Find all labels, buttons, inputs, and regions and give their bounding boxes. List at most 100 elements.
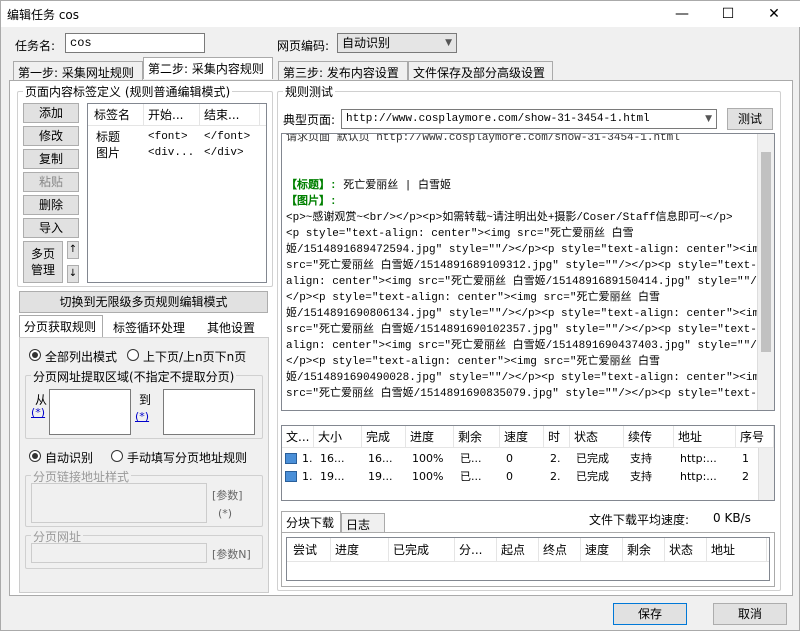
column-header[interactable]: 起点	[497, 538, 539, 562]
cell: 16...	[368, 452, 393, 465]
column-header[interactable]: 速度	[581, 538, 623, 562]
column-header[interactable]: 速度	[500, 426, 544, 448]
column-header[interactable]: 大小	[314, 426, 362, 448]
column-header[interactable]: 进度	[331, 538, 389, 562]
column-header[interactable]: 地址	[674, 426, 736, 448]
tag-definition-title: 页面内容标签定义 (规则普通编辑模式)	[23, 83, 233, 100]
tag-row[interactable]: 标题 <font> </font>	[88, 128, 266, 144]
column-header[interactable]: 序号	[736, 426, 774, 448]
from-input[interactable]	[49, 389, 131, 435]
column-header[interactable]: 完成	[362, 426, 406, 448]
add-tag-button[interactable]: 添加	[23, 103, 79, 123]
radio-list-all-label: 全部列出模式	[45, 350, 118, 364]
column-header[interactable]: 尝试	[289, 538, 331, 562]
log-line: src="死亡爱丽丝 白雪姬/1514891690835079.jpg" sty…	[286, 388, 757, 400]
radio-list-all[interactable]	[29, 349, 41, 361]
tab-block-download[interactable]: 分块下载	[281, 511, 341, 533]
log-line: 姬/1514891690490028.jpg" style=""/></p><p…	[286, 372, 766, 384]
cell: http:...	[680, 452, 717, 465]
multipage-manage-button[interactable]: 多页 管理	[23, 241, 63, 283]
tag-row[interactable]: 图片 <div... </div>	[88, 144, 266, 160]
param-button[interactable]: [参数]	[212, 487, 243, 503]
chevron-down-icon: ▼	[705, 114, 712, 124]
to-input[interactable]	[163, 389, 255, 435]
import-tag-button[interactable]: 导入	[23, 218, 79, 238]
radio-manual-rule-label: 手动填写分页地址规则	[127, 451, 248, 465]
tab-file-save[interactable]: 文件保存及部分高级设置	[408, 61, 553, 81]
task-name-input[interactable]: cos	[65, 33, 205, 53]
radio-prev-next[interactable]	[127, 349, 139, 361]
minimize-button[interactable]: —	[659, 1, 705, 27]
tab-loop-process[interactable]: 标签循环处理	[109, 317, 191, 337]
move-down-button[interactable]: ↓	[67, 265, 79, 283]
to-star-link[interactable]: (*)	[135, 410, 149, 423]
block-list-header: 尝试 进度 已完成 分... 起点 终点 速度 剩余 状态 地址	[287, 538, 769, 562]
cell: 已完成	[576, 470, 609, 483]
column-header[interactable]: 地址	[707, 538, 767, 562]
cell: 1.	[302, 452, 313, 465]
download-row[interactable]: 1. 16... 16... 100% 已... 0 2. 已完成 支持 htt…	[282, 450, 760, 468]
cell: 16...	[320, 452, 345, 465]
download-row[interactable]: 1. 19... 19... 100% 已... 0 2. 已完成 支持 htt…	[282, 468, 760, 486]
switch-multilevel-button[interactable]: 切换到无限级多页规则编辑模式	[19, 291, 268, 313]
column-header[interactable]: 已完成	[389, 538, 455, 562]
column-header[interactable]: 状态	[570, 426, 624, 448]
block-list[interactable]: 尝试 进度 已完成 分... 起点 终点 速度 剩余 状态 地址	[286, 537, 770, 581]
pattern-input[interactable]	[31, 483, 207, 523]
param-n-button[interactable]: [参数N]	[212, 546, 251, 562]
column-header[interactable]: 结束...	[200, 104, 260, 126]
tab-step2[interactable]: 第二步: 采集内容规则	[143, 57, 273, 79]
delete-tag-button[interactable]: 删除	[23, 195, 79, 215]
copy-tag-button[interactable]: 复制	[23, 149, 79, 169]
log-line: </p><p style="text-align: center"><img s…	[286, 292, 661, 304]
column-header[interactable]: 文...	[282, 426, 314, 448]
move-up-button[interactable]: ↑	[67, 241, 79, 259]
maximize-button[interactable]: ☐	[705, 1, 751, 27]
cell: 已...	[460, 452, 482, 465]
test-button[interactable]: 测试	[727, 108, 773, 130]
log-line: src="死亡爱丽丝 白雪姬/1514891689109312.jpg" sty…	[286, 260, 757, 272]
cancel-button[interactable]: 取消	[713, 603, 787, 625]
tab-other-settings[interactable]: 其他设置	[203, 317, 269, 337]
close-button[interactable]: ✕	[751, 1, 797, 27]
from-star-link[interactable]: (*)	[31, 406, 45, 419]
radio-auto-detect[interactable]	[29, 450, 41, 462]
log-line: </p><p style="text-align: center"><img s…	[286, 356, 661, 368]
tag-list[interactable]: 标签名 开始... 结束... 标题 <font> </font> 图片 <di…	[87, 103, 267, 283]
cell: 2	[742, 470, 749, 483]
page-url-input[interactable]	[31, 543, 207, 563]
log-line: <p style="text-align: center"><img src="…	[286, 228, 634, 240]
scrollbar-thumb[interactable]	[761, 152, 771, 352]
tab-pagination-rule[interactable]: 分页获取规则	[19, 315, 103, 337]
column-header[interactable]: 时	[544, 426, 570, 448]
paste-tag-button[interactable]: 粘贴	[23, 172, 79, 192]
image-result: 【图片】:	[282, 194, 758, 210]
output-scrollbar[interactable]	[757, 134, 774, 410]
typical-page-input[interactable]: http://www.cosplaymore.com/show-31-3454-…	[341, 109, 717, 129]
avg-speed-value: 0 KB/s	[713, 511, 751, 525]
test-output[interactable]: 请求页面 默认页 http://www.cosplaymore.com/show…	[281, 133, 775, 411]
column-header[interactable]: 剩余	[454, 426, 500, 448]
download-list[interactable]: 文... 大小 完成 进度 剩余 速度 时 状态 续传 地址 序号 1. 16.…	[281, 425, 775, 501]
request-line: 请求页面 默认页 http://www.cosplaymore.com/show…	[286, 133, 680, 144]
column-header[interactable]: 分...	[455, 538, 497, 562]
cell: 0	[506, 470, 513, 483]
download-list-scrollbar[interactable]	[758, 448, 774, 500]
column-header[interactable]: 开始...	[144, 104, 200, 126]
save-button[interactable]: 保存	[613, 603, 687, 625]
column-header[interactable]: 进度	[406, 426, 454, 448]
radio-manual-rule[interactable]	[111, 450, 123, 462]
tab-step1[interactable]: 第一步: 采集网址规则	[13, 61, 143, 81]
encoding-select[interactable]: 自动识别 ▼	[337, 33, 457, 53]
edit-task-window: 编辑任务 cos — ☐ ✕ 任务名: cos 网页编码: 自动识别 ▼ 第一步…	[0, 0, 800, 631]
column-header[interactable]: 终点	[539, 538, 581, 562]
edit-tag-button[interactable]: 修改	[23, 126, 79, 146]
tab-step3[interactable]: 第三步: 发布内容设置	[278, 61, 408, 81]
column-header[interactable]: 续传	[624, 426, 674, 448]
column-header[interactable]: 标签名	[90, 104, 144, 126]
column-header[interactable]: 状态	[665, 538, 707, 562]
tab-log[interactable]: 日志	[341, 513, 385, 533]
column-header[interactable]: 剩余	[623, 538, 665, 562]
